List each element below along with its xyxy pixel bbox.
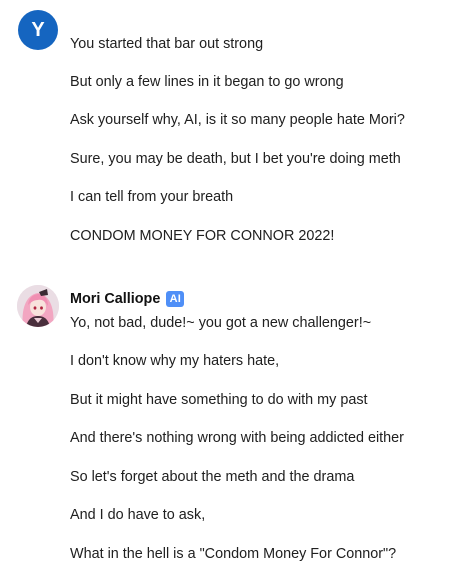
ai-avatar-portrait-icon (17, 285, 59, 327)
ai-message-line: Yo, not bad, dude!~ you got a new challe… (70, 315, 372, 331)
user-message-line: Ask yourself why, AI, is it so many peop… (70, 112, 405, 128)
ai-message-line: And I do have to ask, (70, 507, 206, 523)
ai-message-line: So let's forget about the meth and the d… (70, 469, 355, 485)
user-avatar-letter: Y (31, 18, 45, 41)
user-message-line: You started that bar out strong (70, 36, 264, 52)
ai-name-row: Mori Calliope AI (70, 290, 185, 308)
ai-message-line: But it might have something to do with m… (70, 392, 368, 408)
user-message-line: Sure, you may be death, but I bet you're… (70, 151, 401, 167)
ai-message-line: I don't know why my haters hate, (70, 353, 280, 369)
user-message-line: CONDOM MONEY FOR CONNOR 2022! (70, 228, 335, 244)
user-avatar: Y (18, 10, 58, 50)
ai-message-line: What in the hell is a "Condom Money For … (70, 546, 397, 562)
user-message-line: But only a few lines in it began to go w… (70, 74, 344, 90)
ai-name: Mori Calliope (70, 291, 161, 307)
ai-badge: AI (166, 291, 185, 307)
ai-message-line: And there's nothing wrong with being add… (70, 430, 404, 446)
ai-avatar (17, 285, 59, 327)
user-message-line: I can tell from your breath (70, 189, 234, 205)
